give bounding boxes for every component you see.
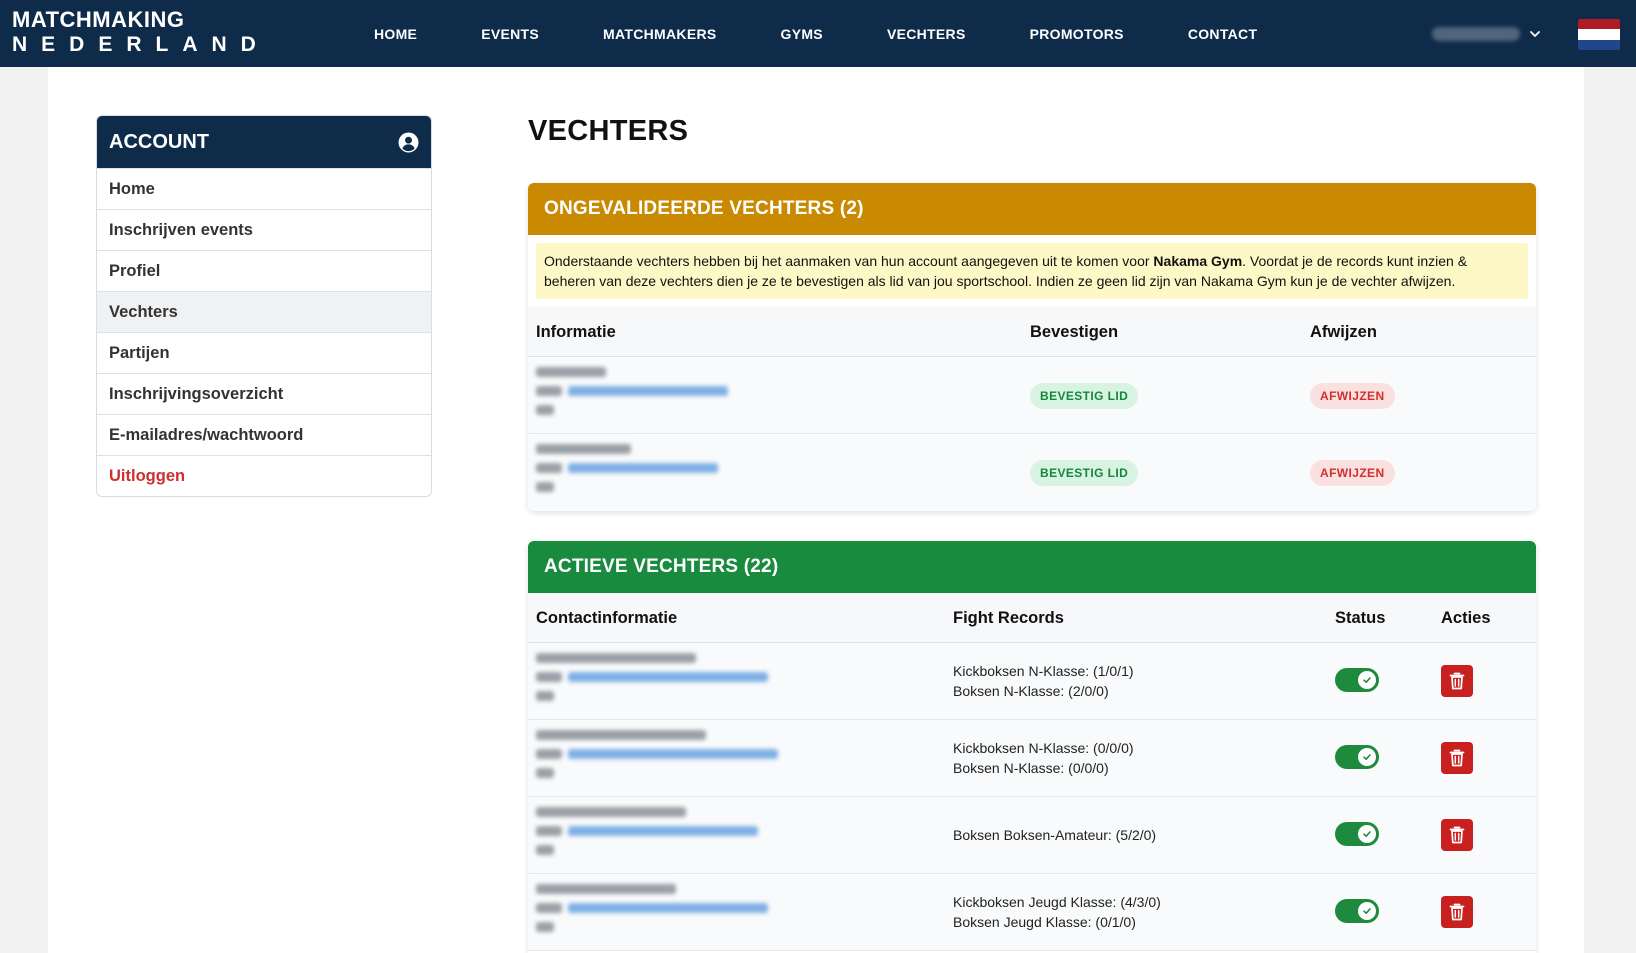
sidebar-item-inschrijven-events[interactable]: Inschrijven events bbox=[97, 209, 431, 250]
table-row: BEVESTIG LID AFWIJZEN bbox=[528, 357, 1536, 434]
fighter-info-redacted bbox=[536, 444, 746, 502]
chevron-down-icon bbox=[1530, 31, 1540, 37]
confirm-member-button[interactable]: BEVESTIG LID bbox=[1030, 460, 1139, 486]
nav-events[interactable]: EVENTS bbox=[481, 26, 539, 42]
confirm-member-button[interactable]: BEVESTIG LID bbox=[1030, 383, 1139, 409]
record-line: Kickboksen N-Klasse: (0/0/0) bbox=[953, 740, 1134, 756]
check-icon bbox=[1363, 908, 1371, 914]
sidebar-item-email-wachtwoord[interactable]: E-mailadres/wachtwoord bbox=[97, 414, 431, 455]
sidebar-item-vechters[interactable]: Vechters bbox=[97, 291, 431, 332]
fight-records: Kickboksen N-Klasse: (1/0/1) Boksen N-Kl… bbox=[953, 661, 1134, 701]
active-fighters-card: ACTIEVE VECHTERS (22) Contactinformatie … bbox=[528, 541, 1536, 953]
unvalidated-card-header: ONGEVALIDEERDE VECHTERS (2) bbox=[528, 183, 1536, 235]
notice-text-start: Onderstaande vechters hebben bij het aan… bbox=[544, 253, 1154, 269]
check-icon bbox=[1363, 677, 1371, 683]
fighter-contact-redacted bbox=[536, 730, 786, 788]
record-line: Kickboksen Jeugd Klasse: (4/3/0) bbox=[953, 894, 1161, 910]
sidebar-item-inschrijvingsoverzicht[interactable]: Inschrijvingsoverzicht bbox=[97, 373, 431, 414]
account-sidebar: ACCOUNT Home Inschrijven events Profiel … bbox=[96, 115, 432, 497]
delete-button[interactable] bbox=[1441, 896, 1473, 928]
record-line: Boksen Jeugd Klasse: (0/1/0) bbox=[953, 914, 1136, 930]
col-bevestigen: Bevestigen bbox=[1030, 323, 1119, 341]
reject-button[interactable]: AFWIJZEN bbox=[1310, 383, 1395, 409]
language-flag-nl-icon[interactable] bbox=[1578, 19, 1620, 50]
fight-records: Kickboksen Jeugd Klasse: (4/3/0) Boksen … bbox=[953, 892, 1161, 932]
unvalidated-table-header: Informatie Bevestigen Afwijzen bbox=[528, 307, 1536, 357]
sidebar-item-partijen[interactable]: Partijen bbox=[97, 332, 431, 373]
record-line: Boksen N-Klasse: (2/0/0) bbox=[953, 683, 1109, 699]
nav-matchmakers[interactable]: MATCHMAKERS bbox=[603, 26, 716, 42]
status-toggle[interactable] bbox=[1335, 668, 1379, 692]
col-informatie: Informatie bbox=[536, 323, 616, 341]
fighter-contact-redacted bbox=[536, 653, 786, 711]
fight-records: Boksen Boksen-Amateur: (5/2/0) bbox=[953, 825, 1156, 845]
check-icon bbox=[1363, 831, 1371, 837]
check-icon bbox=[1363, 754, 1371, 760]
nav-contact[interactable]: CONTACT bbox=[1188, 26, 1258, 42]
nav-gyms[interactable]: GYMS bbox=[781, 26, 823, 42]
status-toggle[interactable] bbox=[1335, 822, 1379, 846]
delete-button[interactable] bbox=[1441, 742, 1473, 774]
col-acties: Acties bbox=[1441, 609, 1491, 627]
active-card-header: ACTIEVE VECHTERS (22) bbox=[528, 541, 1536, 593]
col-status: Status bbox=[1335, 609, 1386, 627]
trash-icon bbox=[1449, 826, 1465, 844]
sidebar-item-profiel[interactable]: Profiel bbox=[97, 250, 431, 291]
table-row: Kickboksen N-Klasse: (1/0/1) Boksen N-Kl… bbox=[528, 643, 1536, 720]
user-menu-dropdown[interactable] bbox=[1432, 22, 1542, 46]
fighter-contact-redacted bbox=[536, 884, 786, 942]
fighter-contact-redacted bbox=[536, 807, 786, 865]
trash-icon bbox=[1449, 672, 1465, 690]
main-nav: HOME EVENTS MATCHMAKERS GYMS VECHTERS PR… bbox=[374, 0, 1321, 67]
sidebar-title: ACCOUNT bbox=[109, 130, 209, 153]
record-line: Boksen Boksen-Amateur: (5/2/0) bbox=[953, 827, 1157, 843]
col-fight-records: Fight Records bbox=[953, 609, 1064, 627]
active-table-header: Contactinformatie Fight Records Status A… bbox=[528, 593, 1536, 643]
notice-gym-name: Nakama Gym bbox=[1153, 253, 1243, 269]
delete-button[interactable] bbox=[1441, 665, 1473, 697]
user-name-redacted bbox=[1432, 27, 1520, 41]
table-row: BEVESTIG LID AFWIJZEN bbox=[528, 434, 1536, 511]
fighter-info-redacted bbox=[536, 367, 746, 425]
reject-button[interactable]: AFWIJZEN bbox=[1310, 460, 1395, 486]
delete-button[interactable] bbox=[1441, 819, 1473, 851]
top-navbar: MATCHMAKING NEDERLAND HOME EVENTS MATCHM… bbox=[0, 0, 1636, 67]
logo-line-2: NEDERLAND bbox=[12, 33, 270, 56]
sidebar-item-uitloggen[interactable]: Uitloggen bbox=[97, 455, 431, 496]
status-toggle[interactable] bbox=[1335, 899, 1379, 923]
trash-icon bbox=[1449, 903, 1465, 921]
sidebar-header: ACCOUNT bbox=[97, 116, 431, 168]
col-contactinformatie: Contactinformatie bbox=[536, 609, 678, 627]
table-row: Kickboksen N-Klasse: (0/0/0) Boksen N-Kl… bbox=[528, 720, 1536, 797]
record-line: Kickboksen N-Klasse: (1/0/1) bbox=[953, 663, 1134, 679]
nav-home[interactable]: HOME bbox=[374, 26, 417, 42]
user-circle-icon bbox=[398, 132, 419, 152]
unvalidated-notice: Onderstaande vechters hebben bij het aan… bbox=[536, 243, 1528, 299]
fight-records: Kickboksen N-Klasse: (0/0/0) Boksen N-Kl… bbox=[953, 738, 1134, 778]
status-toggle[interactable] bbox=[1335, 745, 1379, 769]
nav-promotors[interactable]: PROMOTORS bbox=[1030, 26, 1124, 42]
record-line: Boksen N-Klasse: (0/0/0) bbox=[953, 760, 1109, 776]
nav-vechters[interactable]: VECHTERS bbox=[887, 26, 966, 42]
logo-line-1: MATCHMAKING bbox=[12, 7, 185, 32]
col-afwijzen: Afwijzen bbox=[1310, 323, 1377, 341]
unvalidated-fighters-card: ONGEVALIDEERDE VECHTERS (2) Onderstaande… bbox=[528, 183, 1536, 511]
sidebar-item-home[interactable]: Home bbox=[97, 168, 431, 209]
page-title: VECHTERS bbox=[528, 115, 689, 147]
table-row: Boksen Boksen-Amateur: (5/2/0) bbox=[528, 797, 1536, 874]
site-logo[interactable]: MATCHMAKING NEDERLAND bbox=[12, 7, 270, 59]
trash-icon bbox=[1449, 749, 1465, 767]
table-row: Kickboksen Jeugd Klasse: (4/3/0) Boksen … bbox=[528, 874, 1536, 951]
